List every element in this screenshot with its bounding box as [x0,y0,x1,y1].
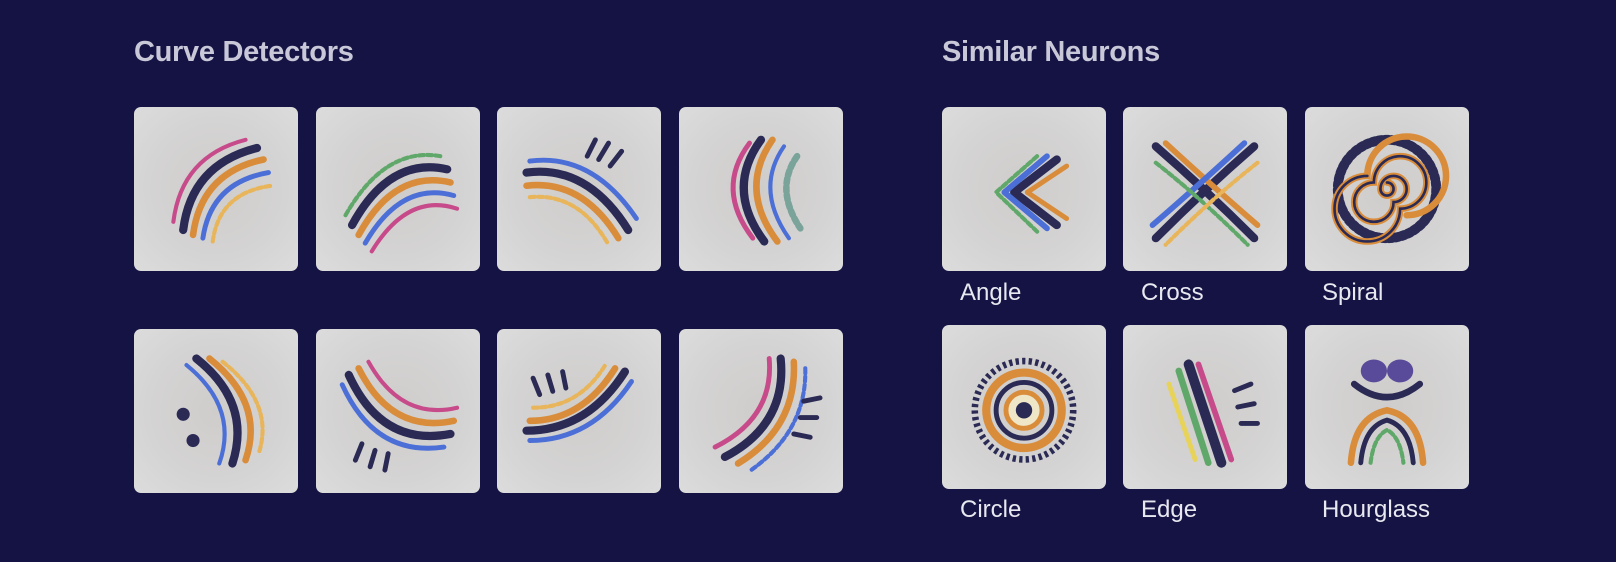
curve-visualization-icon [730,135,804,246]
curve-tile-8 [679,329,843,493]
neuron-label-cross: Cross [1141,279,1204,306]
neuron-label-angle: Angle [960,279,1022,306]
neuron-label-circle: Circle [960,496,1022,523]
spiral-visualization-icon [1331,133,1450,245]
curve-visualization-icon [712,354,823,473]
neuron-label-hourglass: Hourglass [1322,496,1431,523]
curve-tile-2 [316,107,480,271]
curve-tile-3 [497,107,661,271]
neuron-label-spiral: Spiral [1322,279,1384,306]
curve-tile-1 [134,107,298,271]
curve-visualization-icon [339,359,460,473]
curve-visualization-icon [343,153,460,254]
circle-visualization-icon [971,357,1077,463]
neuron-tile-spiral [1305,107,1469,271]
curve-detectors-title: Curve Detectors [134,36,354,68]
curve-tile-5 [134,329,298,493]
neuron-tile-angle [942,107,1106,271]
curve-visualization-icon [176,354,265,468]
curve-tile-6 [316,329,480,493]
curve-visualization-icon [522,363,634,443]
curve-tile-7 [497,329,661,493]
edge-visualization-icon [1166,359,1260,468]
cross-visualization-icon [1149,140,1261,247]
neuron-tile-cross [1123,107,1287,271]
curve-visualization-icon [522,137,639,247]
neuron-tile-hourglass [1305,325,1469,489]
neuron-tile-circle [942,325,1106,489]
hourglass-visualization-icon [1347,359,1427,467]
angle-visualization-icon [994,153,1070,234]
curve-visualization-icon [171,137,274,244]
similar-neurons-title: Similar Neurons [942,36,1160,68]
neuron-label-edge: Edge [1141,496,1198,523]
curve-tile-4 [679,107,843,271]
neuron-tile-edge [1123,325,1287,489]
